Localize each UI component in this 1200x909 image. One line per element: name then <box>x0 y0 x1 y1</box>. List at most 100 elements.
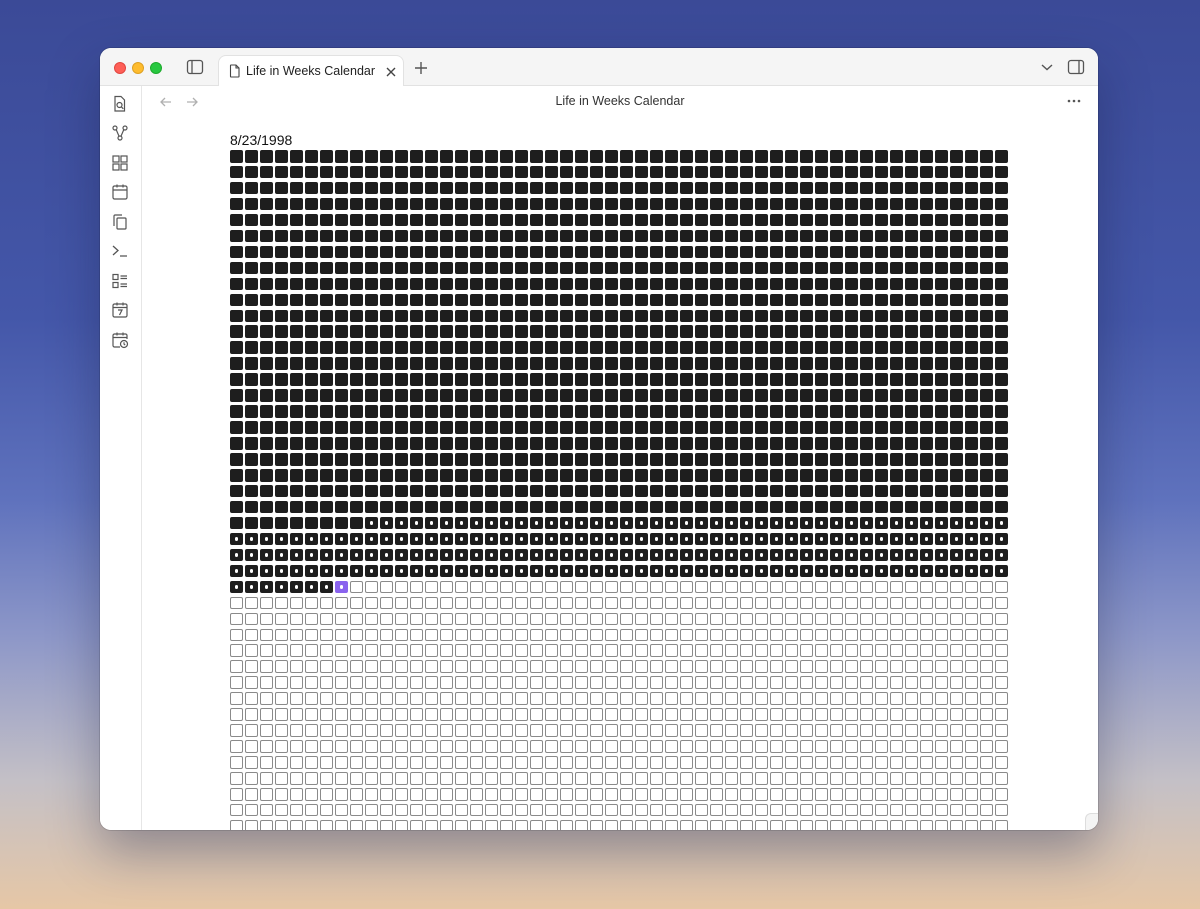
week-cell[interactable] <box>395 724 408 737</box>
week-cell[interactable] <box>500 437 513 450</box>
week-cell[interactable] <box>965 548 978 562</box>
week-cell[interactable] <box>395 341 408 354</box>
week-cell[interactable] <box>530 516 543 530</box>
week-cell[interactable] <box>710 421 723 434</box>
week-cell[interactable] <box>770 724 783 737</box>
week-cell[interactable] <box>965 708 978 721</box>
week-cell[interactable] <box>710 357 723 370</box>
week-cell[interactable] <box>515 261 528 275</box>
week-cell[interactable] <box>470 245 483 259</box>
week-cell[interactable] <box>290 213 303 227</box>
week-cell[interactable] <box>740 819 753 830</box>
week-cell[interactable] <box>845 596 858 610</box>
week-cell[interactable] <box>305 181 318 195</box>
week-cell[interactable] <box>380 596 393 610</box>
week-cell[interactable] <box>740 453 753 466</box>
week-cell[interactable] <box>920 692 933 705</box>
week-cell[interactable] <box>695 724 708 737</box>
week-cell[interactable] <box>740 596 753 610</box>
week-cell[interactable] <box>260 532 273 546</box>
week-cell[interactable] <box>560 580 573 594</box>
week-cell[interactable] <box>530 548 543 562</box>
week-cell[interactable] <box>725 469 738 482</box>
week-cell[interactable] <box>935 596 948 610</box>
week-cell[interactable] <box>455 421 468 434</box>
week-cell[interactable] <box>935 580 948 594</box>
week-cell[interactable] <box>800 564 813 578</box>
week-cell[interactable] <box>650 197 663 211</box>
week-cell[interactable] <box>380 389 393 402</box>
week-cell[interactable] <box>995 803 1008 817</box>
week-cell[interactable] <box>950 293 963 307</box>
week-cell[interactable] <box>590 532 603 546</box>
calendar-seven-icon[interactable] <box>111 301 129 319</box>
week-cell[interactable] <box>830 596 843 610</box>
week-cell[interactable] <box>455 564 468 578</box>
week-cell[interactable] <box>635 516 648 530</box>
week-cell[interactable] <box>335 548 348 562</box>
week-cell[interactable] <box>530 772 543 785</box>
week-cell[interactable] <box>620 564 633 578</box>
week-cell[interactable] <box>485 708 498 721</box>
week-cell[interactable] <box>350 357 363 370</box>
week-cell[interactable] <box>830 261 843 275</box>
week-cell[interactable] <box>410 740 423 753</box>
week-cell[interactable] <box>935 421 948 434</box>
week-cell[interactable] <box>905 213 918 227</box>
week-cell[interactable] <box>875 213 888 227</box>
week-cell[interactable] <box>680 708 693 721</box>
week-cell[interactable] <box>815 213 828 227</box>
week-cell[interactable] <box>410 437 423 450</box>
week-cell[interactable] <box>410 325 423 338</box>
week-cell[interactable] <box>785 357 798 370</box>
week-cell[interactable] <box>305 692 318 705</box>
week-cell[interactable] <box>740 261 753 275</box>
week-cell[interactable] <box>515 756 528 769</box>
week-cell[interactable] <box>620 803 633 817</box>
week-cell[interactable] <box>860 341 873 354</box>
week-cell[interactable] <box>530 293 543 307</box>
week-cell[interactable] <box>380 277 393 291</box>
week-cell[interactable] <box>995 819 1008 830</box>
week-cell[interactable] <box>770 261 783 275</box>
week-cell[interactable] <box>365 150 378 163</box>
week-cell[interactable] <box>905 819 918 830</box>
week-cell[interactable] <box>770 580 783 594</box>
week-cell[interactable] <box>665 181 678 195</box>
week-cell[interactable] <box>605 453 618 466</box>
week-cell[interactable] <box>845 660 858 673</box>
week-cell[interactable] <box>980 724 993 737</box>
week-cell[interactable] <box>830 692 843 705</box>
week-cell[interactable] <box>335 213 348 227</box>
week-cell[interactable] <box>455 676 468 689</box>
week-cell[interactable] <box>350 580 363 594</box>
week-cell[interactable] <box>320 165 333 179</box>
week-cell[interactable] <box>560 692 573 705</box>
week-cell[interactable] <box>995 261 1008 275</box>
week-cell[interactable] <box>920 596 933 610</box>
week-cell[interactable] <box>710 580 723 594</box>
week-cell[interactable] <box>605 484 618 498</box>
week-cell[interactable] <box>350 692 363 705</box>
week-cell[interactable] <box>440 181 453 195</box>
week-cell[interactable] <box>365 213 378 227</box>
week-cell[interactable] <box>260 197 273 211</box>
week-cell[interactable] <box>770 181 783 195</box>
week-cell[interactable] <box>500 405 513 418</box>
week-cell[interactable] <box>440 309 453 322</box>
minimize-window-button[interactable] <box>132 62 144 74</box>
week-cell[interactable] <box>890 245 903 259</box>
week-cell[interactable] <box>245 756 258 769</box>
week-cell[interactable] <box>995 596 1008 610</box>
week-cell[interactable] <box>470 484 483 498</box>
week-cell[interactable] <box>830 788 843 801</box>
week-cell[interactable] <box>440 676 453 689</box>
week-cell[interactable] <box>605 819 618 830</box>
week-cell[interactable] <box>800 277 813 291</box>
week-cell[interactable] <box>575 277 588 291</box>
week-cell[interactable] <box>980 500 993 514</box>
week-cell[interactable] <box>830 150 843 163</box>
week-cell[interactable] <box>875 437 888 450</box>
week-cell[interactable] <box>680 357 693 370</box>
week-cell[interactable] <box>740 277 753 291</box>
